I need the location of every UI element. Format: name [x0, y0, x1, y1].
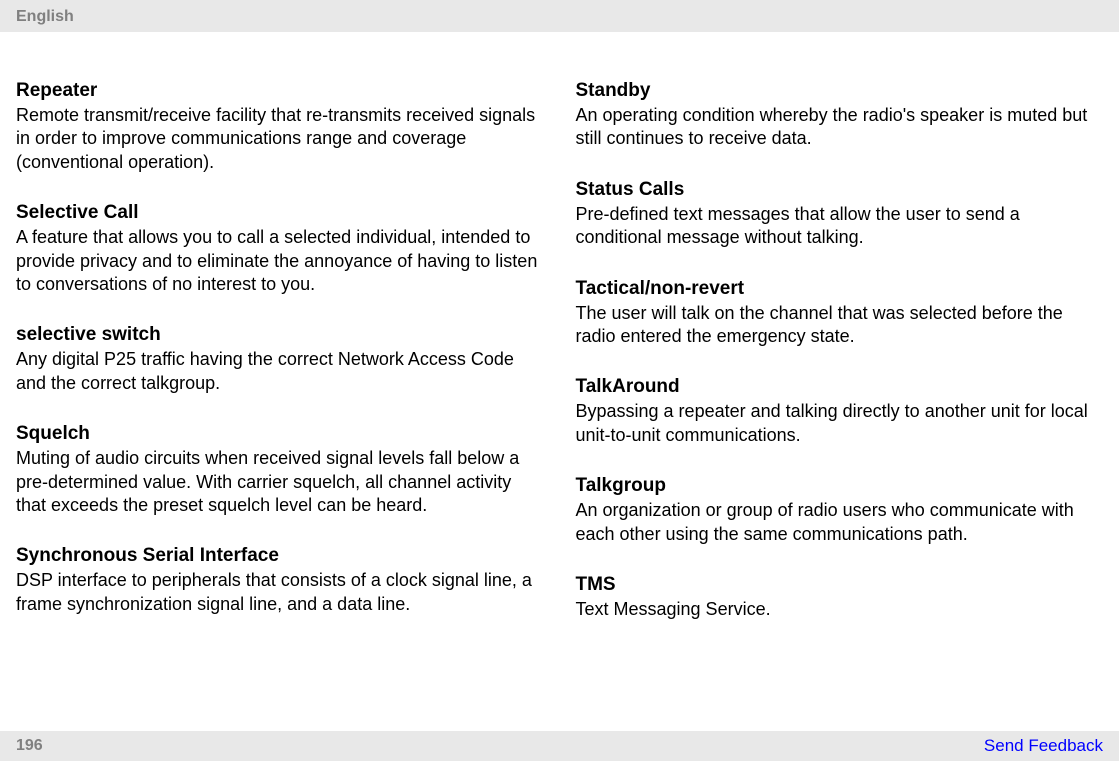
- glossary-term: Squelch: [16, 423, 544, 445]
- page-footer: 196 Send Feedback: [0, 731, 1119, 761]
- glossary-term: TalkAround: [576, 376, 1104, 398]
- glossary-entry: Repeater Remote transmit/receive facilit…: [16, 80, 544, 174]
- glossary-term: Standby: [576, 80, 1104, 102]
- glossary-entry: Squelch Muting of audio circuits when re…: [16, 423, 544, 517]
- glossary-entry: Status Calls Pre-defined text messages t…: [576, 179, 1104, 250]
- glossary-term: Status Calls: [576, 179, 1104, 201]
- right-column: Standby An operating condition whereby t…: [576, 80, 1104, 649]
- glossary-entry: selective switch Any digital P25 traffic…: [16, 324, 544, 395]
- glossary-definition: Any digital P25 traffic having the corre…: [16, 348, 544, 395]
- glossary-term: Synchronous Serial Interface: [16, 545, 544, 567]
- glossary-definition: Bypassing a repeater and talking directl…: [576, 400, 1104, 447]
- glossary-definition: An operating condition whereby the radio…: [576, 104, 1104, 151]
- glossary-entry: Standby An operating condition whereby t…: [576, 80, 1104, 151]
- glossary-entry: TalkAround Bypassing a repeater and talk…: [576, 376, 1104, 447]
- header-language: English: [16, 8, 74, 25]
- glossary-entry: Talkgroup An organization or group of ra…: [576, 475, 1104, 546]
- glossary-definition: The user will talk on the channel that w…: [576, 302, 1104, 349]
- glossary-definition: DSP interface to peripherals that consis…: [16, 569, 544, 616]
- glossary-definition: Remote transmit/receive facility that re…: [16, 104, 544, 174]
- glossary-entry: TMS Text Messaging Service.: [576, 574, 1104, 621]
- left-column: Repeater Remote transmit/receive facilit…: [16, 80, 544, 649]
- glossary-term: Selective Call: [16, 202, 544, 224]
- glossary-definition: A feature that allows you to call a sele…: [16, 226, 544, 296]
- glossary-entry: Synchronous Serial Interface DSP interfa…: [16, 545, 544, 616]
- content-area: Repeater Remote transmit/receive facilit…: [0, 32, 1119, 649]
- glossary-term: Tactical/non-revert: [576, 278, 1104, 300]
- glossary-definition: Text Messaging Service.: [576, 598, 1104, 621]
- glossary-term: selective switch: [16, 324, 544, 346]
- glossary-entry: Selective Call A feature that allows you…: [16, 202, 544, 296]
- glossary-definition: Muting of audio circuits when received s…: [16, 447, 544, 517]
- page-header: English: [0, 0, 1119, 32]
- page-number: 196: [16, 737, 43, 755]
- glossary-term: TMS: [576, 574, 1104, 596]
- glossary-term: Repeater: [16, 80, 544, 102]
- glossary-definition: An organization or group of radio users …: [576, 499, 1104, 546]
- glossary-entry: Tactical/non-revert The user will talk o…: [576, 278, 1104, 349]
- glossary-definition: Pre-defined text messages that allow the…: [576, 203, 1104, 250]
- send-feedback-link[interactable]: Send Feedback: [984, 736, 1103, 756]
- glossary-term: Talkgroup: [576, 475, 1104, 497]
